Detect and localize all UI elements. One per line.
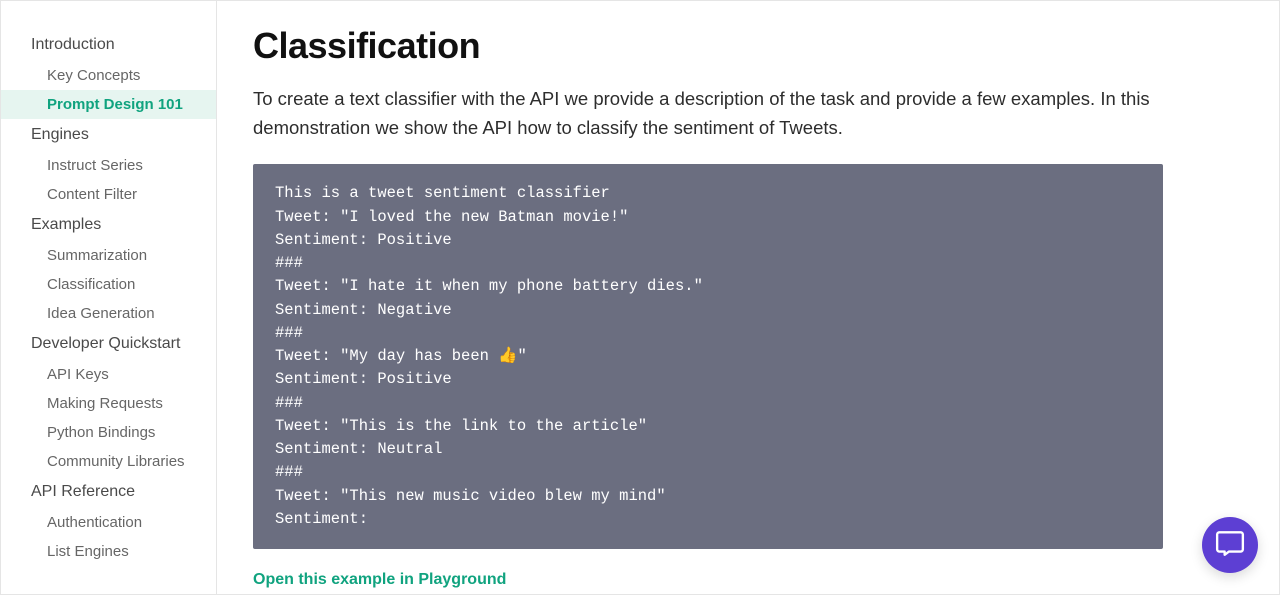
nav-item-instruct-series[interactable]: Instruct Series [1,151,216,180]
nav-item-idea-generation[interactable]: Idea Generation [1,299,216,328]
nav-item-api-keys[interactable]: API Keys [1,360,216,389]
open-playground-link[interactable]: Open this example in Playground [253,571,506,588]
nav-section-introduction[interactable]: Introduction [1,29,216,61]
sidebar: Introduction Key Concepts Prompt Design … [1,1,217,594]
nav-item-authentication[interactable]: Authentication [1,508,216,537]
page-title: Classification [253,25,1163,67]
nav-item-content-filter[interactable]: Content Filter [1,180,216,209]
nav-item-summarization[interactable]: Summarization [1,241,216,270]
nav-section: Engines Instruct Series Content Filter [1,119,216,209]
code-example: This is a tweet sentiment classifier Twe… [253,164,1163,549]
nav-section: Introduction Key Concepts Prompt Design … [1,29,216,119]
nav-section: Examples Summarization Classification Id… [1,209,216,328]
intro-paragraph: To create a text classifier with the API… [253,85,1153,142]
nav-section-api-reference[interactable]: API Reference [1,476,216,508]
nav-section-examples[interactable]: Examples [1,209,216,241]
nav-item-making-requests[interactable]: Making Requests [1,389,216,418]
nav-section-engines[interactable]: Engines [1,119,216,151]
nav-section-developer-quickstart[interactable]: Developer Quickstart [1,328,216,360]
main-content: Classification To create a text classifi… [217,1,1279,594]
nav-item-community-libraries[interactable]: Community Libraries [1,447,216,476]
nav-section: Developer Quickstart API Keys Making Req… [1,328,216,476]
nav-item-list-engines[interactable]: List Engines [1,537,216,566]
nav-item-classification[interactable]: Classification [1,270,216,299]
nav-item-key-concepts[interactable]: Key Concepts [1,61,216,90]
nav-item-python-bindings[interactable]: Python Bindings [1,418,216,447]
nav-section: API Reference Authentication List Engine… [1,476,216,566]
nav-item-prompt-design-101[interactable]: Prompt Design 101 [1,90,216,119]
chat-icon [1215,528,1245,563]
chat-widget-button[interactable] [1202,517,1258,573]
